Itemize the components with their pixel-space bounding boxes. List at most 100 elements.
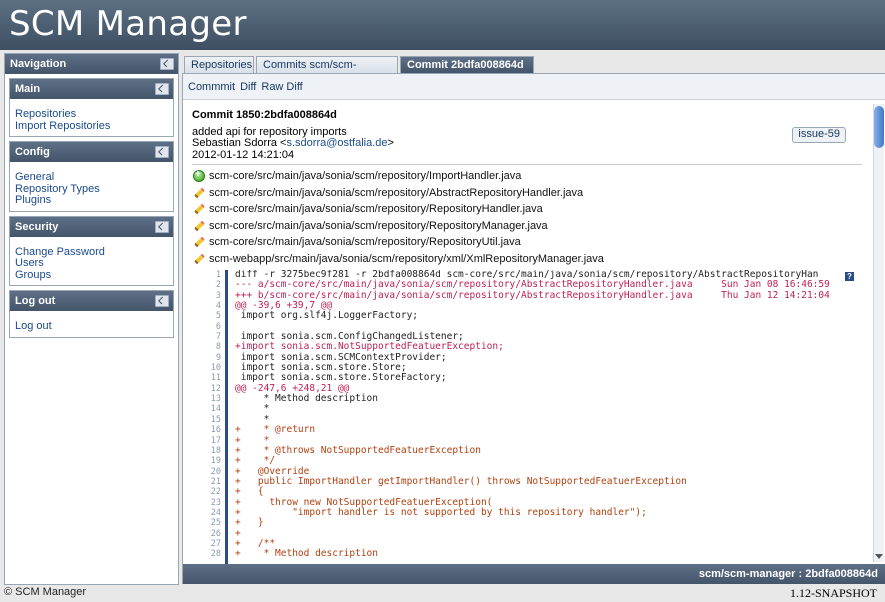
diff-viewer: 1 2 3 4 5 6 7 8 9 10 11 12 13 14 15 16 17 18 19 20 21 22 23 24 2… — [193, 270, 863, 564]
line-number: 4 — [215, 301, 221, 312]
diff-line: + — [235, 527, 241, 539]
file-item[interactable]: scm-core/src/main/java/sonia/scm/reposit… — [193, 201, 871, 218]
file-modified-pencil-icon — [193, 253, 205, 265]
tab-label: Commit 2bdfa008864d — [407, 59, 524, 71]
raw-diff-button[interactable]: Raw Diff — [261, 81, 302, 93]
commit-button[interactable]: Commmit — [188, 81, 235, 93]
diff-line: * — [235, 403, 270, 415]
diff-line: + public ImportHandler getImportHandler(… — [235, 475, 687, 487]
nav-link-users[interactable]: Users — [15, 257, 168, 270]
file-path: scm-core/src/main/java/sonia/scm/reposit… — [209, 236, 521, 249]
file-item[interactable]: scm-core/src/main/java/sonia/scm/reposit… — [193, 167, 871, 185]
line-number: 15 — [210, 414, 221, 425]
line-number: 11 — [210, 373, 221, 384]
line-number: 3 — [215, 290, 221, 301]
tab-commits[interactable]: Commits scm/scm-manager× — [256, 56, 398, 88]
line-number: 21 — [210, 476, 221, 487]
file-modified-pencil-icon — [193, 203, 205, 215]
scroll-down-arrow-icon[interactable] — [875, 554, 883, 559]
file-path: scm-core/src/main/java/sonia/scm/reposit… — [209, 203, 543, 216]
nav-section-title: Security — [15, 220, 59, 233]
line-number: 23 — [210, 497, 221, 508]
diff-code: diff -r 3275bec9f281 -r 2bdfa008864d scm… — [235, 270, 863, 560]
commit-toolbar: Commmit Diff Raw Diff — [183, 74, 885, 100]
version: 1.12-SNAPSHOT — [789, 586, 877, 600]
navigation-title: Navigation — [10, 58, 67, 70]
line-number: 19 — [210, 456, 221, 467]
line-number: 25 — [210, 518, 221, 529]
line-number: 1 — [215, 270, 221, 280]
diff-line: + { — [235, 486, 264, 498]
file-item[interactable]: scm-webapp/src/main/java/sonia/scm/repos… — [193, 251, 871, 268]
diff-line: + * Method description — [235, 548, 378, 560]
line-number: 2 — [215, 280, 221, 291]
collapse-navigation-icon[interactable] — [160, 58, 174, 70]
file-path: scm-core/src/main/java/sonia/scm/reposit… — [209, 170, 522, 183]
tab-bar: Repositories Commits scm/scm-manager× Co… — [182, 53, 885, 88]
file-item[interactable]: scm-core/src/main/java/sonia/scm/reposit… — [193, 234, 871, 251]
line-number: 16 — [210, 425, 221, 436]
file-modified-pencil-icon — [193, 236, 205, 248]
nav-section-header: Security — [10, 216, 173, 237]
copyright: © SCM Manager — [4, 586, 87, 598]
collapse-section-icon[interactable] — [155, 83, 169, 95]
line-number: 26 — [210, 528, 221, 539]
diff-line: + */ — [235, 455, 276, 467]
commit-panel: Commmit Diff Raw Diff Commit 1850:2bdfa008… — [182, 74, 885, 584]
commit-date: 2012-01-12 14:21:04 — [192, 148, 295, 161]
commit-title: Commit 1850:2bdfa008864d — [192, 109, 337, 121]
vertical-scrollbar[interactable] — [873, 104, 884, 562]
line-number: 12 — [210, 383, 221, 394]
diff-line: + * @return — [235, 424, 316, 436]
nav-link-logout[interactable]: Log out — [15, 320, 168, 333]
file-modified-pencil-icon — [193, 187, 205, 199]
line-number: 14 — [210, 404, 221, 415]
nav-section-title: Main — [15, 83, 41, 95]
file-added-icon — [193, 167, 205, 183]
diff-line: + } — [235, 517, 264, 529]
line-number: 24 — [210, 507, 221, 518]
app-header: SCM Manager — [0, 0, 885, 50]
diff-line: import org.slf4j.LoggerFactory; — [235, 310, 419, 322]
commit-content: Commit 1850:2bdfa008864d added api for r… — [183, 100, 871, 564]
tab-commit-detail[interactable]: Commit 2bdfa008864d× — [400, 56, 534, 88]
help-icon[interactable]: ? — [845, 272, 854, 281]
line-number: 28 — [210, 549, 221, 560]
commit-author: Sebastian Sdorra <s.sdorra@ostfalia.de> — [192, 137, 862, 150]
line-number: 7 — [215, 332, 221, 343]
scrollbar-thumb[interactable] — [874, 106, 884, 148]
author-email-link[interactable]: s.sdorra@ostfalia.de — [286, 137, 387, 149]
diff-button[interactable]: Diff — [240, 81, 256, 93]
collapse-section-icon[interactable] — [155, 295, 169, 307]
line-number: 18 — [210, 445, 221, 456]
file-modified-pencil-icon — [193, 220, 205, 232]
tab-repositories[interactable]: Repositories — [184, 56, 254, 73]
tab-label: Repositories — [191, 59, 253, 71]
navigation-panel: Navigation Main Repositories Import Repo… — [4, 53, 179, 585]
nav-link-plugins[interactable]: Plugins — [15, 194, 168, 207]
line-number: 22 — [210, 487, 221, 498]
nav-link-repositories[interactable]: Repositories — [15, 108, 168, 121]
line-number: 5 — [215, 311, 221, 322]
collapse-section-icon[interactable] — [155, 220, 169, 233]
file-item[interactable]: scm-core/src/main/java/sonia/scm/reposit… — [193, 218, 871, 235]
nav-section-logout: Log out Log out — [9, 290, 174, 338]
nav-section-header: Config — [10, 142, 173, 162]
file-item[interactable]: scm-core/src/main/java/sonia/scm/reposit… — [193, 185, 871, 202]
diff-line: + "import handler is not supported by th… — [235, 506, 647, 518]
diff-line: * Method description — [235, 393, 378, 405]
diff-line: + * @throws NotSupportedFeatuerException — [235, 444, 481, 456]
nav-section-header: Main — [10, 79, 173, 99]
collapse-section-icon[interactable] — [155, 146, 169, 158]
file-path: scm-core/src/main/java/sonia/scm/reposit… — [209, 186, 584, 199]
nav-section-title: Log out — [15, 295, 56, 307]
app-title: SCM Manager — [9, 4, 247, 44]
nav-link-import-repositories[interactable]: Import Repositories — [15, 120, 168, 133]
issue-tag[interactable]: issue-59 — [792, 127, 846, 143]
commit-info: Commit 1850:2bdfa008864d added api for r… — [183, 100, 871, 161]
line-number: 10 — [210, 363, 221, 374]
nav-link-groups[interactable]: Groups — [15, 269, 168, 282]
nav-section-main: Main Repositories Import Repositories — [9, 78, 174, 137]
nav-link-general[interactable]: General — [15, 171, 168, 184]
status-bar: scm/scm-manager : 2bdfa008864d — [183, 564, 885, 584]
